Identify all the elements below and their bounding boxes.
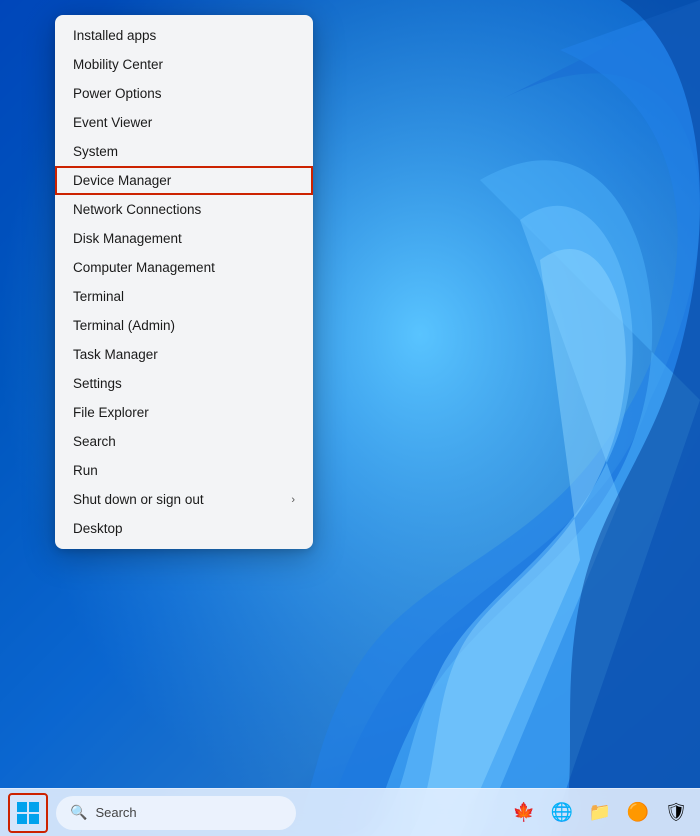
- menu-item-shut-down[interactable]: Shut down or sign out ›: [55, 485, 313, 514]
- smadav-icon[interactable]: 🛡: [660, 797, 692, 829]
- menu-item-power-options[interactable]: Power Options: [55, 79, 313, 108]
- menu-item-device-manager[interactable]: Device Manager: [55, 166, 313, 195]
- menu-item-label: File Explorer: [73, 405, 149, 420]
- menu-item-task-manager[interactable]: Task Manager: [55, 340, 313, 369]
- menu-item-label: Device Manager: [73, 173, 171, 188]
- menu-item-label: Network Connections: [73, 202, 201, 217]
- taskbar: 🔍 Search 🍁🌐📁🟠🛡: [0, 788, 700, 836]
- menu-item-label: Terminal: [73, 289, 124, 304]
- menu-item-label: Power Options: [73, 86, 162, 101]
- search-icon: 🔍: [70, 804, 87, 821]
- menu-item-search[interactable]: Search: [55, 427, 313, 456]
- menu-item-label: Run: [73, 463, 98, 478]
- taskbar-search[interactable]: 🔍 Search: [56, 796, 296, 830]
- windows-logo-icon: [17, 802, 39, 824]
- start-button[interactable]: [8, 793, 48, 833]
- menu-item-label: Task Manager: [73, 347, 158, 362]
- taskbar-app-icons: 🍁🌐📁🟠🛡: [508, 797, 692, 829]
- menu-item-system[interactable]: System: [55, 137, 313, 166]
- leaf-icon[interactable]: 🍁: [508, 797, 540, 829]
- menu-item-disk-management[interactable]: Disk Management: [55, 224, 313, 253]
- menu-item-network-connections[interactable]: Network Connections: [55, 195, 313, 224]
- context-menu: Installed apps Mobility Center Power Optio…: [55, 15, 313, 549]
- menu-item-label: Shut down or sign out: [73, 492, 204, 507]
- menu-item-computer-management[interactable]: Computer Management: [55, 253, 313, 282]
- menu-item-run[interactable]: Run: [55, 456, 313, 485]
- menu-item-label: Computer Management: [73, 260, 215, 275]
- menu-item-label: Installed apps: [73, 28, 156, 43]
- torrent-icon[interactable]: 🟠: [622, 797, 654, 829]
- menu-item-label: Settings: [73, 376, 122, 391]
- menu-item-label: Disk Management: [73, 231, 182, 246]
- folder-icon[interactable]: 📁: [584, 797, 616, 829]
- chrome-icon[interactable]: 🌐: [546, 797, 578, 829]
- menu-item-label: Terminal (Admin): [73, 318, 175, 333]
- menu-item-event-viewer[interactable]: Event Viewer: [55, 108, 313, 137]
- submenu-arrow-icon: ›: [291, 494, 295, 506]
- menu-item-label: Event Viewer: [73, 115, 152, 130]
- search-label: Search: [95, 805, 136, 820]
- menu-item-label: Search: [73, 434, 116, 449]
- menu-item-terminal[interactable]: Terminal: [55, 282, 313, 311]
- menu-item-label: System: [73, 144, 118, 159]
- menu-item-label: Mobility Center: [73, 57, 163, 72]
- desktop: Installed apps Mobility Center Power Optio…: [0, 0, 700, 836]
- menu-item-mobility-center[interactable]: Mobility Center: [55, 50, 313, 79]
- menu-item-file-explorer[interactable]: File Explorer: [55, 398, 313, 427]
- menu-item-label: Desktop: [73, 521, 123, 536]
- menu-item-desktop[interactable]: Desktop: [55, 514, 313, 543]
- menu-item-installed-apps[interactable]: Installed apps: [55, 21, 313, 50]
- menu-item-settings[interactable]: Settings: [55, 369, 313, 398]
- menu-item-terminal-admin[interactable]: Terminal (Admin): [55, 311, 313, 340]
